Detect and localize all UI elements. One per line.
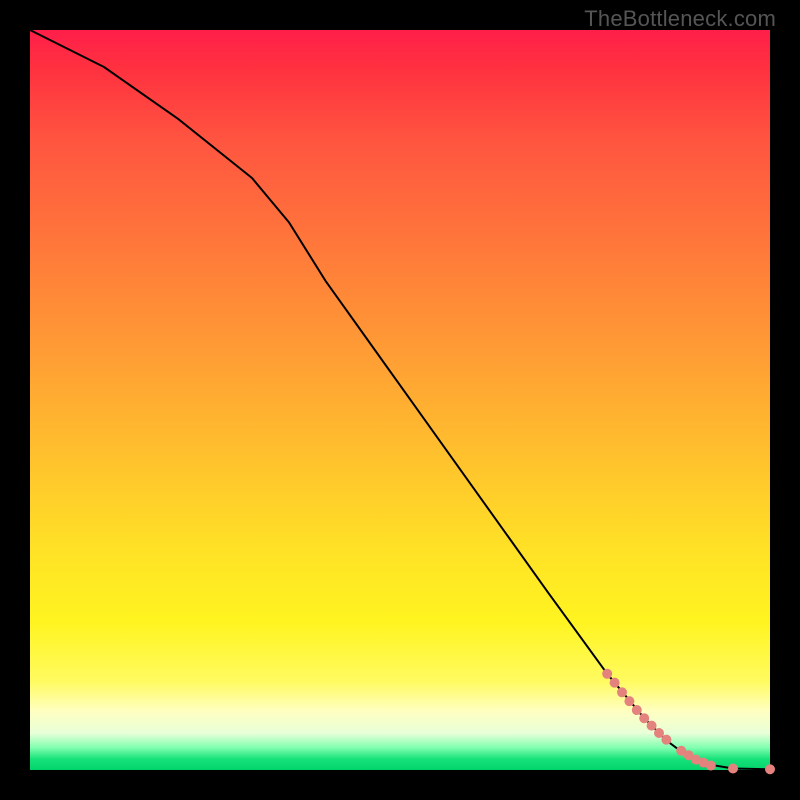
curve-dot: [765, 764, 775, 774]
curve-dot: [624, 696, 634, 706]
curve-line: [30, 30, 770, 769]
curve-dot: [728, 764, 738, 774]
chart-stage: TheBottleneck.com: [0, 0, 800, 800]
curve-dot: [706, 761, 716, 771]
curve-dot: [632, 705, 642, 715]
curve-dot: [602, 669, 612, 679]
curve-dots: [602, 669, 775, 774]
curve-dot: [639, 713, 649, 723]
chart-overlay: [30, 30, 770, 770]
curve-polyline: [30, 30, 770, 769]
curve-dot: [654, 728, 664, 738]
curve-dot: [647, 721, 657, 731]
curve-dot: [661, 735, 671, 745]
watermark-label: TheBottleneck.com: [584, 6, 776, 32]
curve-dot: [617, 687, 627, 697]
curve-dot: [610, 678, 620, 688]
